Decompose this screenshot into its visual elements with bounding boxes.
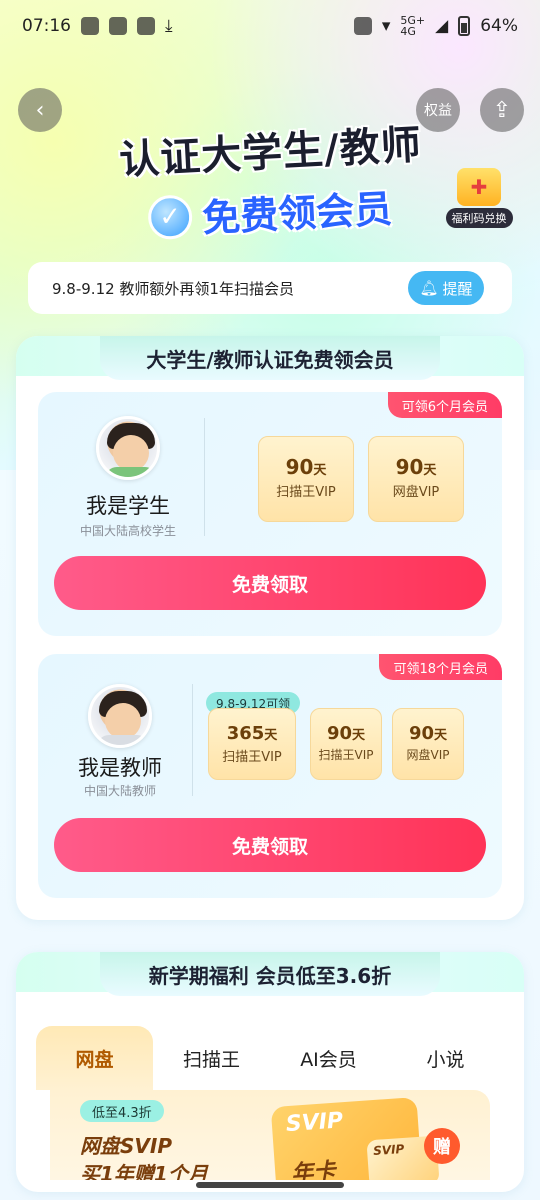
gift-code-redeem[interactable]: ✚ 福利码兑换 <box>444 168 514 228</box>
share-icon: ⇪ <box>492 97 512 123</box>
vip-days: 365天 <box>209 723 295 744</box>
network-label: 5G+ 4G <box>400 15 425 37</box>
tab-wangpan[interactable]: 网盘 <box>36 1026 153 1090</box>
status-right: ▾ 5G+ 4G ◢ 64% <box>353 15 518 37</box>
vip-days-unit: 天 <box>352 728 366 743</box>
certification-section: 大学生/教师认证免费领会员 可领6个月会员 我是学生 中国大陆高校学生 90天 … <box>16 336 524 920</box>
search-app-icon <box>137 17 155 35</box>
remind-button[interactable]: 🔔︎ 提醒 <box>408 271 484 305</box>
svip-card-label: SVIP <box>285 1108 344 1138</box>
status-bar: 07:16 ⤓ ▾ 5G+ 4G ◢ 64% <box>0 0 540 52</box>
avatar-body <box>97 735 149 745</box>
promo-discount-tag: 低至4.3折 <box>80 1100 164 1122</box>
hd-icon <box>353 17 372 35</box>
avatar-face <box>113 435 149 471</box>
vip-days-unit: 天 <box>313 463 327 478</box>
vip-benefit-card: 90天 扫描王VIP <box>310 708 382 780</box>
vip-benefit-card: 365天 扫描王VIP <box>208 708 296 780</box>
status-left: 07:16 ⤓ <box>22 16 173 36</box>
hero-title-line2-wrap: ✓ 免费领会员 <box>147 178 394 246</box>
tab-ai-member[interactable]: AI会员 <box>270 1045 387 1072</box>
vip-days-unit: 天 <box>264 728 278 743</box>
vip-days: 90天 <box>369 455 463 479</box>
vip-days-unit: 天 <box>423 463 437 478</box>
teacher-role-subtitle: 中国大陆教师 <box>83 784 156 798</box>
vip-days-number: 90 <box>395 455 424 479</box>
chevron-left-icon: ‹ <box>35 97 45 123</box>
vip-name: 扫描王VIP <box>222 750 282 765</box>
tab-saomiaowang[interactable]: 扫描王 <box>153 1045 270 1072</box>
section-title: 大学生/教师认证免费领会员 <box>100 336 440 380</box>
notice-text: 9.8-9.12 教师额外再领1年扫描会员 <box>52 279 294 298</box>
wechat-icon <box>81 17 99 35</box>
teacher-avatar <box>88 684 152 748</box>
tab-novel[interactable]: 小说 <box>387 1045 504 1072</box>
claim-label: 免费领取 <box>231 573 308 596</box>
wechat-icon <box>109 17 127 35</box>
home-indicator[interactable] <box>196 1182 344 1188</box>
svip-card-sub: 年卡 <box>290 1158 337 1180</box>
student-avatar <box>96 416 160 480</box>
notice-bar: 9.8-9.12 教师额外再领1年扫描会员 🔔︎ 提醒 <box>28 262 512 314</box>
download-icon: ⤓ <box>165 16 173 36</box>
vip-name: 网盘VIP <box>392 485 440 500</box>
avatar-face <box>105 703 141 739</box>
verified-check-icon: ✓ <box>147 193 194 240</box>
signal-icon: ◢ <box>435 16 449 36</box>
vertical-divider <box>192 684 193 796</box>
status-time: 07:16 <box>22 16 71 36</box>
teacher-role-title: 我是教师 <box>78 756 162 780</box>
vip-days: 90天 <box>393 723 463 744</box>
wifi-icon: ▾ <box>381 16 391 36</box>
vip-benefit-card: 90天 网盘VIP <box>392 708 464 780</box>
vip-benefit-card: 90天 网盘VIP <box>368 436 464 522</box>
remind-label: 提醒 <box>442 279 473 298</box>
promo-title2: 买1年赠1个月 <box>80 1162 208 1180</box>
vip-days-number: 90 <box>326 723 353 744</box>
claim-label: 免费领取 <box>231 835 308 858</box>
avatar-body <box>105 467 157 477</box>
svip-mini-label: SVIP <box>372 1141 405 1159</box>
vip-days: 90天 <box>311 723 381 744</box>
gift-code-label: 福利码兑换 <box>445 208 513 228</box>
vip-days: 90天 <box>259 455 353 479</box>
student-role-title: 我是学生 <box>86 494 170 518</box>
student-claim-button[interactable]: 免费领取 <box>54 556 486 610</box>
vertical-divider <box>204 418 205 536</box>
student-role-subtitle: 中国大陆高校学生 <box>79 524 176 538</box>
vip-days-number: 365 <box>226 723 265 744</box>
bell-icon: 🔔︎ <box>419 279 439 297</box>
quanyi-label: 权益 <box>424 103 452 119</box>
vip-name: 扫描王VIP <box>276 485 336 500</box>
vip-name: 扫描王VIP <box>318 748 374 762</box>
vip-name: 网盘VIP <box>406 748 450 762</box>
hero-title-line2: 免费领会员 <box>201 186 394 241</box>
promo-title: 网盘SVIP <box>80 1134 172 1158</box>
student-ribbon: 可领6个月会员 <box>387 392 502 418</box>
section-title: 新学期福利 会员低至3.6折 <box>100 952 440 996</box>
gift-badge: 赠 <box>424 1128 460 1164</box>
battery-icon <box>458 16 471 36</box>
vip-days-unit: 天 <box>434 728 448 743</box>
vip-days-number: 90 <box>285 455 314 479</box>
promo-area[interactable]: 低至4.3折 网盘SVIP 买1年赠1个月 SVIP 年卡 SVIP 赠 <box>50 1090 490 1180</box>
vip-benefit-card: 90天 扫描王VIP <box>258 436 354 522</box>
gift-icon: ✚ <box>457 168 501 206</box>
teacher-ribbon: 可领18个月会员 <box>379 654 502 680</box>
teacher-claim-button[interactable]: 免费领取 <box>54 818 486 872</box>
benefits-tabs: 网盘 扫描王 AI会员 小说 <box>36 1026 504 1090</box>
battery-percent: 64% <box>480 16 518 36</box>
hero-title-line1: 认证大学生/教师 <box>117 122 423 184</box>
vip-days-number: 90 <box>408 723 435 744</box>
network-sub-type: 4G <box>400 25 416 38</box>
